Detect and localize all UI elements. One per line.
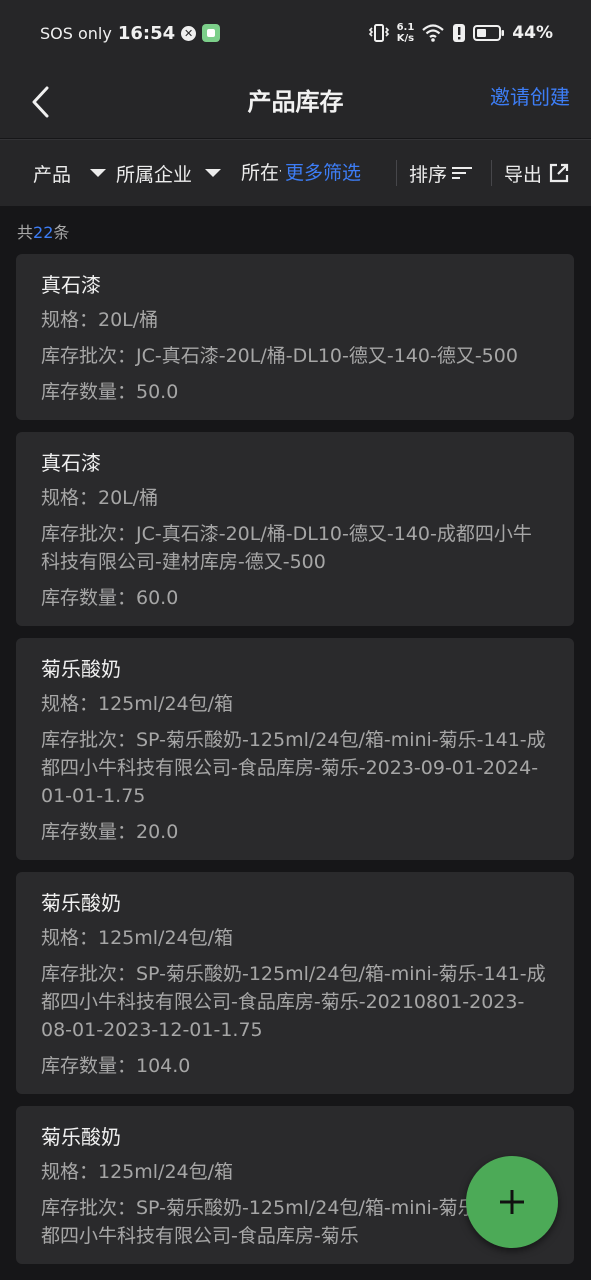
inventory-card[interactable]: 菊乐酸奶 规格：125ml/24包/箱 库存批次：SP-菊乐酸奶-125ml/2…: [16, 872, 574, 1094]
caret-down-icon: [90, 169, 107, 177]
stock-quantity: 库存数量：20.0: [41, 821, 179, 843]
filter-company-label: 所属企业: [116, 163, 193, 186]
battery-percent: 44%: [512, 23, 553, 43]
filter-warehouse[interactable]: 所在仓库: [241, 140, 281, 206]
divider: [396, 160, 397, 186]
sort-label: 排序: [409, 163, 448, 186]
product-spec: 规格：125ml/24包/箱: [41, 693, 234, 715]
inventory-card[interactable]: 真石漆 规格：20L/桶 库存批次：JC-真石漆-20L/桶-DL10-德又-1…: [16, 432, 574, 626]
inventory-list: 真石漆 规格：20L/桶 库存批次：JC-真石漆-20L/桶-DL10-德又-1…: [16, 254, 574, 1276]
inventory-card[interactable]: 菊乐酸奶 规格：125ml/24包/箱 库存批次：SP-菊乐酸奶-125ml/2…: [16, 638, 574, 860]
sos-text: SOS only: [40, 23, 112, 43]
result-count: 共22条: [17, 223, 70, 242]
stock-batch: 库存批次：JC-真石漆-20L/桶-DL10-德又-140-成都四小牛科技有限公…: [41, 523, 532, 573]
product-name: 菊乐酸奶: [41, 1125, 121, 1149]
product-spec: 规格：125ml/24包/箱: [41, 927, 234, 949]
invite-create-button[interactable]: 邀请创建: [490, 66, 570, 138]
more-filter-button[interactable]: 更多筛选: [285, 140, 361, 206]
inventory-card[interactable]: 真石漆 规格：20L/桶 库存批次：JC-真石漆-20L/桶-DL10-德又-1…: [16, 254, 574, 420]
product-spec: 规格：20L/桶: [41, 309, 159, 331]
clock-time: 16:54: [117, 22, 176, 44]
sort-button[interactable]: 排序: [409, 140, 473, 206]
wifi-icon: [422, 24, 445, 42]
plus-icon: [500, 1190, 524, 1214]
external-link-icon: [549, 163, 569, 183]
stock-batch: 库存批次：SP-菊乐酸奶-125ml/24包/箱-mini-菊乐-141-成都四…: [41, 963, 546, 1041]
app-bar: 产品库存 邀请创建: [0, 66, 591, 138]
app-notification-icon: [202, 24, 221, 42]
product-name: 菊乐酸奶: [41, 657, 121, 681]
alert-icon: [453, 24, 466, 42]
network-speed: 6.1 K/s: [396, 22, 415, 44]
product-name: 真石漆: [41, 273, 101, 297]
filter-product-label: 产品: [33, 163, 72, 186]
divider: [491, 160, 492, 186]
caret-down-icon: [205, 169, 222, 177]
sort-lines-icon: [452, 167, 473, 179]
result-count-number: 22: [33, 223, 54, 242]
stock-quantity: 库存数量：104.0: [41, 1055, 191, 1077]
product-name: 真石漆: [41, 451, 101, 475]
shield-notification-icon: ✕: [181, 25, 197, 41]
status-right: 6.1 K/s 44%: [368, 22, 553, 44]
chevron-left-icon: [32, 86, 49, 118]
filter-bar: 产品 所属企业 所在仓库 更多筛选 排序 导出: [0, 139, 591, 206]
stock-quantity: 库存数量：50.0: [41, 381, 179, 403]
status-bar: SOS only 16:54 ✕ 6.1 K/s 44%: [0, 0, 591, 66]
export-button[interactable]: 导出: [504, 140, 570, 206]
stock-quantity: 库存数量：60.0: [41, 587, 179, 609]
stock-batch: 库存批次：SP-菊乐酸奶-125ml/24包/箱-mini-菊乐-141-成都四…: [41, 729, 546, 807]
filter-product[interactable]: 产品: [33, 140, 107, 206]
filter-company[interactable]: 所属企业: [116, 140, 222, 206]
back-button[interactable]: [20, 78, 60, 126]
battery-icon: [473, 25, 505, 41]
stock-batch: 库存批次：JC-真石漆-20L/桶-DL10-德又-140-德又-500: [41, 345, 518, 367]
add-button[interactable]: [466, 1156, 558, 1248]
vibrate-icon: [368, 24, 389, 42]
export-label: 导出: [504, 163, 543, 186]
product-name: 菊乐酸奶: [41, 891, 121, 915]
status-left: SOS only 16:54 ✕: [40, 22, 221, 44]
product-spec: 规格：20L/桶: [41, 487, 159, 509]
